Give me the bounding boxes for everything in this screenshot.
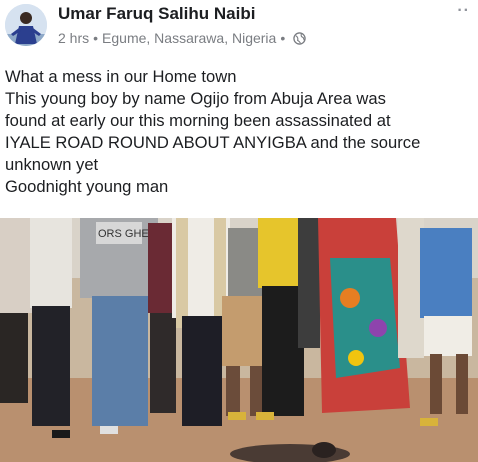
post-photo[interactable]: ORS GHE <box>0 218 478 462</box>
post-text: What a mess in our Home town This young … <box>5 66 475 198</box>
post-header: Umar Faruq Salihu Naibi 2 hrs • Egume, N… <box>0 0 478 56</box>
post-location[interactable]: Egume, Nassarawa, Nigeria <box>102 30 276 46</box>
post-text-line: Goodnight young man <box>5 177 169 196</box>
post-text-line: This young boy by name Ogijo from Abuja … <box>5 89 386 108</box>
meta-separator: • <box>93 30 99 46</box>
author-name[interactable]: Umar Faruq Salihu Naibi <box>58 4 255 24</box>
post-meta: 2 hrs • Egume, Nassarawa, Nigeria • <box>58 30 306 46</box>
post-text-line: found at early our this morning been ass… <box>5 111 391 130</box>
globe-icon <box>293 31 306 45</box>
post-text-line: unknown yet <box>5 155 99 174</box>
meta-separator: • <box>280 30 286 46</box>
post-time[interactable]: 2 hrs <box>58 30 89 46</box>
post-text-line: What a mess in our Home town <box>5 67 237 86</box>
shirt-text: ORS GHE <box>98 228 149 240</box>
crowd-photo: ORS GHE <box>0 218 478 462</box>
more-options-button[interactable]: ·· <box>457 2 470 20</box>
post-text-line: IYALE ROAD ROUND ABOUT ANYIGBA and the s… <box>5 133 421 152</box>
avatar[interactable] <box>5 4 47 46</box>
